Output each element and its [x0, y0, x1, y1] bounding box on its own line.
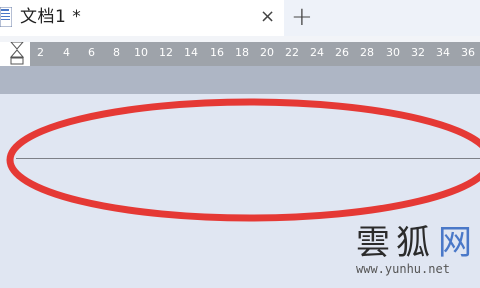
ruler-tick-label: 32: [411, 46, 425, 59]
svg-text:网: 网: [438, 223, 472, 260]
ruler-tick-label: 4: [63, 46, 70, 59]
ruler-tick-label: 12: [159, 46, 173, 59]
ruler-tick-label: 14: [184, 46, 198, 59]
svg-text:雲: 雲: [356, 223, 390, 260]
ruler-tick-label: 24: [310, 46, 324, 59]
tab-title: 文档1 *: [20, 7, 82, 27]
watermark-url: www.yunhu.net: [356, 262, 450, 276]
document-tab[interactable]: 文档1 * ×: [0, 0, 284, 36]
ruler-tick-label: 8: [113, 46, 120, 59]
document-icon: [0, 7, 12, 27]
red-ellipse-annotation: [6, 98, 480, 222]
close-icon[interactable]: ×: [260, 6, 275, 28]
ruler-tick-label: 20: [260, 46, 274, 59]
ruler-tick-label: 36: [461, 46, 475, 59]
ruler-tick-label: 16: [210, 46, 224, 59]
ruler-indent-marker-icon[interactable]: [10, 42, 24, 66]
svg-text:狐: 狐: [396, 223, 430, 260]
ruler-tick-label: 6: [88, 46, 95, 59]
ruler-shadow-band: [0, 66, 480, 94]
ruler-tick-label: 22: [285, 46, 299, 59]
ruler-tick-label: 10: [134, 46, 148, 59]
ruler-tick-label: 18: [235, 46, 249, 59]
plus-icon[interactable]: +: [291, 2, 313, 32]
ruler-tick-label: 26: [335, 46, 349, 59]
ruler-tick-label: 28: [360, 46, 374, 59]
ruler-tick-label: 30: [386, 46, 400, 59]
ruler-tick-label: 2: [37, 46, 44, 59]
ruler-tick-label: 34: [436, 46, 450, 59]
tab-bar: 文档1 * × +: [0, 0, 480, 36]
watermark-logo: 雲 狐 网: [356, 223, 472, 260]
